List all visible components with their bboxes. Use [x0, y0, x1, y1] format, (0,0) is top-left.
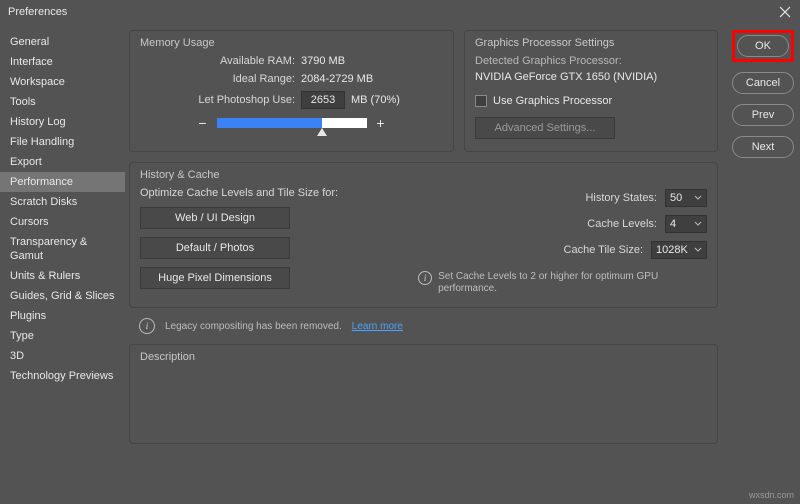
- available-ram-value: 3790 MB: [301, 55, 345, 67]
- sidebar: General Interface Workspace Tools Histor…: [0, 24, 125, 504]
- opt-huge-pixel-button[interactable]: Huge Pixel Dimensions: [140, 267, 290, 289]
- sidebar-item-technology-previews[interactable]: Technology Previews: [0, 366, 125, 386]
- sidebar-item-general[interactable]: General: [0, 32, 125, 52]
- legacy-compositing-row: i Legacy compositing has been removed. L…: [139, 318, 718, 334]
- prev-button[interactable]: Prev: [732, 104, 794, 126]
- memory-usage-title: Memory Usage: [140, 37, 443, 49]
- use-gpu-label: Use Graphics Processor: [493, 95, 612, 107]
- memory-usage-group: Memory Usage Available RAM: 3790 MB Idea…: [129, 30, 454, 152]
- history-states-label: History States:: [585, 192, 657, 204]
- description-group: Description: [129, 344, 718, 444]
- graphics-title: Graphics Processor Settings: [475, 37, 707, 49]
- chevron-down-icon: [694, 244, 702, 256]
- slider-plus-icon[interactable]: +: [375, 115, 387, 131]
- graphics-processor-group: Graphics Processor Settings Detected Gra…: [464, 30, 718, 152]
- slider-minus-icon[interactable]: −: [197, 115, 209, 131]
- detected-gpu-value: NVIDIA GeForce GTX 1650 (NVIDIA): [475, 71, 707, 83]
- description-title: Description: [140, 351, 707, 363]
- ideal-range-value: 2084-2729 MB: [301, 73, 373, 85]
- cache-tile-size-label: Cache Tile Size:: [564, 244, 643, 256]
- slider-fill: [217, 118, 322, 128]
- legacy-text: Legacy compositing has been removed.: [165, 321, 342, 332]
- detected-gpu-label: Detected Graphics Processor:: [475, 55, 707, 67]
- sidebar-item-performance[interactable]: Performance: [0, 172, 125, 192]
- slider-thumb-icon[interactable]: [317, 128, 327, 136]
- main-panel: OK Cancel Prev Next Memory Usage Availab…: [125, 24, 800, 504]
- advanced-settings-button[interactable]: Advanced Settings...: [475, 117, 615, 139]
- content: General Interface Workspace Tools Histor…: [0, 24, 800, 504]
- opt-default-photos-button[interactable]: Default / Photos: [140, 237, 290, 259]
- sidebar-item-type[interactable]: Type: [0, 326, 125, 346]
- sidebar-item-export[interactable]: Export: [0, 152, 125, 172]
- ok-highlight: OK: [732, 30, 794, 62]
- sidebar-item-workspace[interactable]: Workspace: [0, 72, 125, 92]
- available-ram-label: Available RAM:: [140, 55, 295, 67]
- next-button[interactable]: Next: [732, 136, 794, 158]
- use-gpu-checkbox[interactable]: [475, 95, 487, 107]
- info-icon: i: [139, 318, 155, 334]
- ok-button[interactable]: OK: [737, 35, 789, 57]
- history-cache-title: History & Cache: [140, 169, 707, 181]
- dialog-buttons: OK Cancel Prev Next: [732, 30, 794, 158]
- cache-levels-label: Cache Levels:: [587, 218, 657, 230]
- photoshop-use-input[interactable]: [301, 91, 345, 109]
- opt-web-ui-button[interactable]: Web / UI Design: [140, 207, 290, 229]
- sidebar-item-history-log[interactable]: History Log: [0, 112, 125, 132]
- history-states-value: 50: [670, 192, 682, 204]
- watermark: wxsdn.com: [749, 490, 794, 500]
- dialog-title: Preferences: [8, 6, 67, 18]
- memory-slider[interactable]: [217, 118, 367, 128]
- history-cache-group: History & Cache Optimize Cache Levels an…: [129, 162, 718, 308]
- sidebar-item-units-rulers[interactable]: Units & Rulers: [0, 266, 125, 286]
- sidebar-item-scratch-disks[interactable]: Scratch Disks: [0, 192, 125, 212]
- sidebar-item-cursors[interactable]: Cursors: [0, 212, 125, 232]
- titlebar: Preferences: [0, 0, 800, 24]
- sidebar-item-file-handling[interactable]: File Handling: [0, 132, 125, 152]
- close-icon[interactable]: [778, 5, 792, 19]
- photoshop-use-label: Let Photoshop Use:: [140, 94, 295, 106]
- cache-info-text: Set Cache Levels to 2 or higher for opti…: [438, 271, 707, 295]
- optimize-label: Optimize Cache Levels and Tile Size for:: [140, 187, 338, 199]
- learn-more-link[interactable]: Learn more: [352, 321, 403, 332]
- preferences-dialog: Preferences General Interface Workspace …: [0, 0, 800, 504]
- chevron-down-icon: [694, 218, 702, 230]
- cancel-button[interactable]: Cancel: [732, 72, 794, 94]
- sidebar-item-plugins[interactable]: Plugins: [0, 306, 125, 326]
- chevron-down-icon: [694, 192, 702, 204]
- sidebar-item-transparency-gamut[interactable]: Transparency & Gamut: [0, 232, 125, 266]
- info-icon: i: [418, 271, 432, 285]
- cache-tile-size-select[interactable]: 1028K: [651, 241, 707, 259]
- photoshop-use-suffix: MB (70%): [351, 94, 400, 106]
- sidebar-item-tools[interactable]: Tools: [0, 92, 125, 112]
- sidebar-item-3d[interactable]: 3D: [0, 346, 125, 366]
- sidebar-item-guides-grid-slices[interactable]: Guides, Grid & Slices: [0, 286, 125, 306]
- ideal-range-label: Ideal Range:: [140, 73, 295, 85]
- cache-levels-value: 4: [670, 218, 676, 230]
- cache-levels-select[interactable]: 4: [665, 215, 707, 233]
- cache-tile-size-value: 1028K: [656, 244, 688, 256]
- history-states-select[interactable]: 50: [665, 189, 707, 207]
- sidebar-item-interface[interactable]: Interface: [0, 52, 125, 72]
